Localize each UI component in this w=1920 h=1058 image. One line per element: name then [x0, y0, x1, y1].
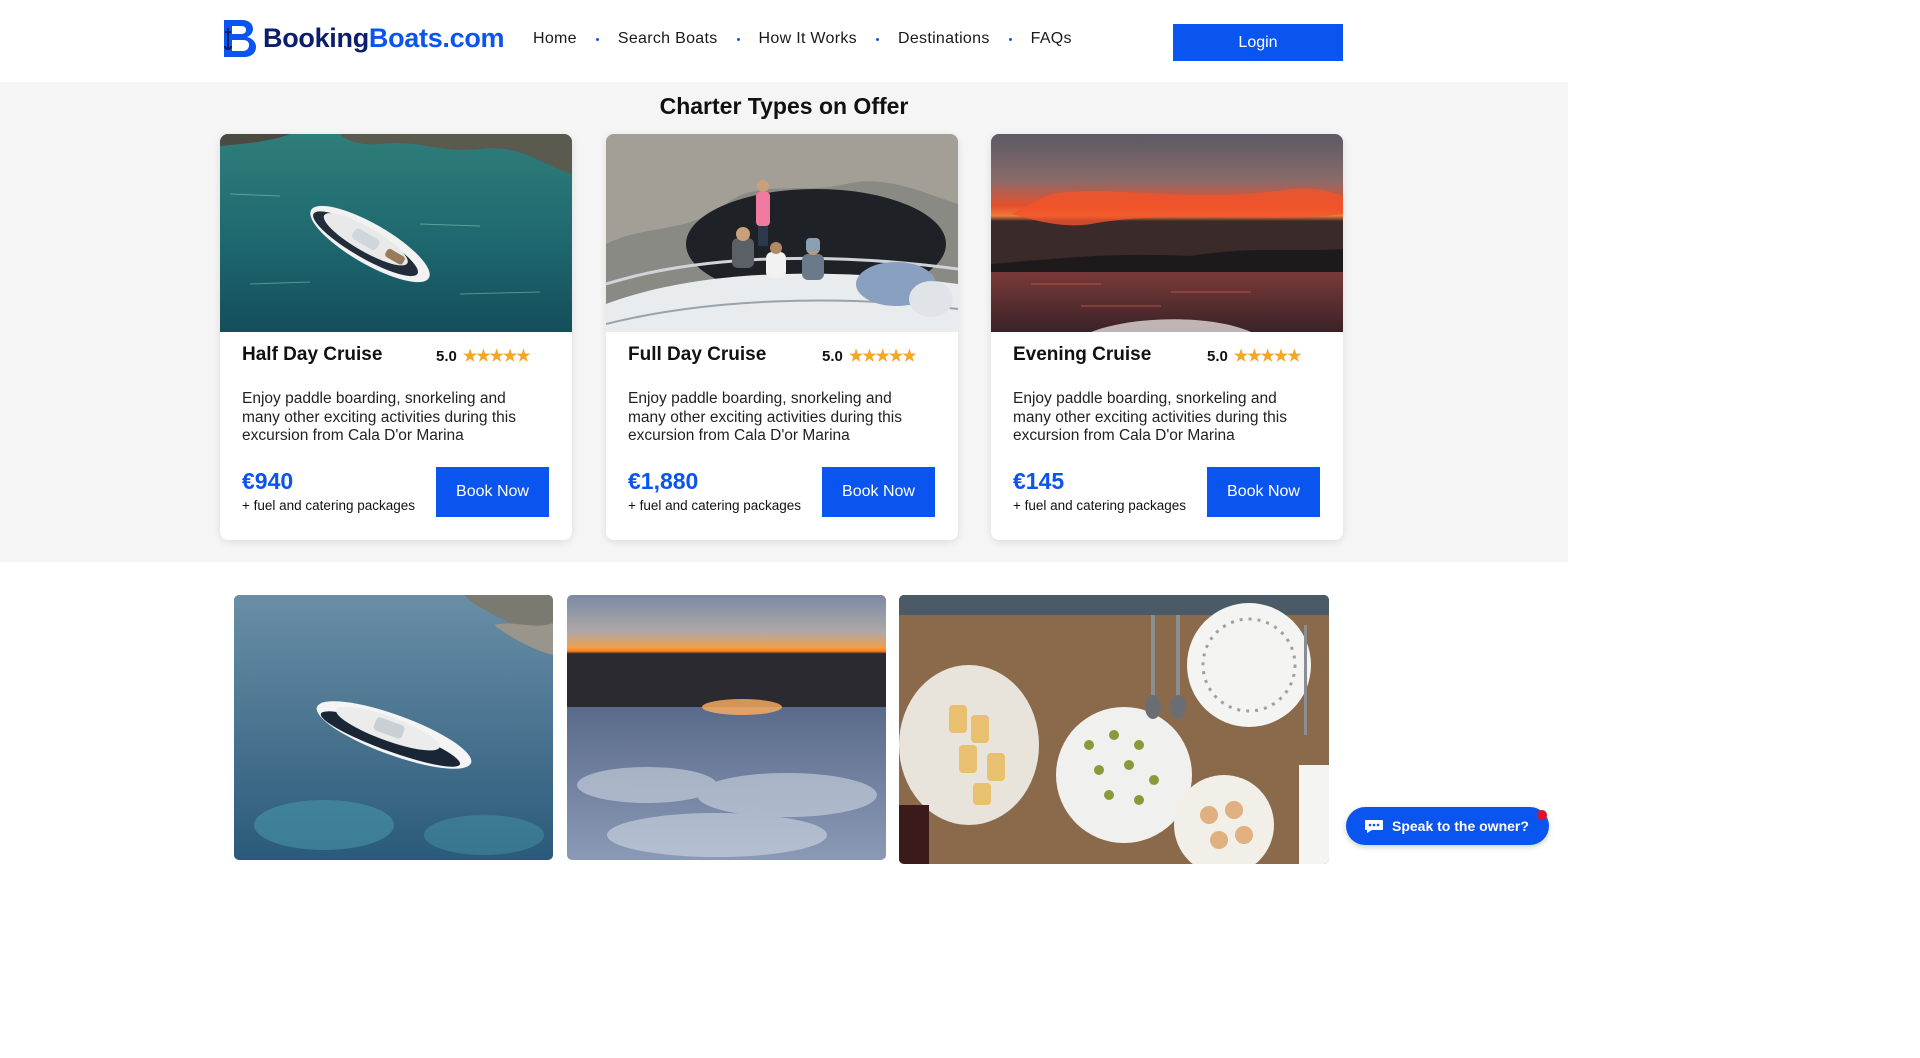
charter-types-section: Charter Types on Offer Half Day Cruise 5… [0, 82, 1568, 562]
charter-image-full-day [606, 134, 958, 332]
nav-separator [736, 37, 740, 41]
charter-price: €1,880 [628, 468, 699, 494]
nav-separator [875, 37, 879, 41]
star-rating-icon: ★★★★★ [1233, 348, 1302, 365]
charter-description: Enjoy paddle boarding, snorkeling and ma… [1013, 390, 1287, 444]
rating-value: 5.0 [822, 347, 843, 365]
logo-text: BookingBoats.com [263, 22, 505, 53]
nav-how-it-works[interactable]: How It Works [759, 30, 857, 48]
charter-price: €145 [1013, 468, 1065, 494]
site-logo[interactable]: BookingBoats.com [220, 18, 505, 58]
charter-card-half-day: Half Day Cruise 5.0 ★★★★★ Enjoy paddle b… [220, 134, 572, 540]
chat-label: Speak to the owner? [1392, 818, 1529, 834]
nav-destinations[interactable]: Destinations [898, 30, 990, 48]
nav-search-boats[interactable]: Search Boats [618, 30, 718, 48]
gallery-image-catering[interactable] [899, 595, 1329, 864]
charter-price-note: + fuel and catering packages [628, 498, 801, 513]
charter-name: Half Day Cruise [242, 344, 383, 365]
gallery-image-yacht[interactable] [234, 595, 553, 860]
charter-description: Enjoy paddle boarding, snorkeling and ma… [628, 390, 902, 444]
site-header: BookingBoats.com Home Search Boats How I… [0, 0, 1568, 82]
nav-faqs[interactable]: FAQs [1031, 30, 1072, 48]
book-now-button[interactable]: Book Now [822, 467, 935, 517]
charter-name: Full Day Cruise [628, 344, 767, 365]
charter-image-evening [991, 134, 1343, 332]
charter-name: Evening Cruise [1013, 344, 1152, 365]
gallery-image-sunset-wake[interactable] [567, 595, 886, 860]
charter-rating: 5.0 ★★★★★ [436, 346, 531, 366]
logo-icon [224, 20, 256, 57]
charter-card-full-day: Full Day Cruise 5.0 ★★★★★ Enjoy paddle b… [606, 134, 958, 540]
main-nav: Home Search Boats How It Works Destinati… [533, 30, 1072, 48]
charter-price-note: + fuel and catering packages [242, 498, 415, 513]
book-now-button[interactable]: Book Now [436, 467, 549, 517]
star-rating-icon: ★★★★★ [462, 348, 531, 365]
section-title: Charter Types on Offer [659, 93, 909, 119]
charter-price: €940 [242, 468, 294, 494]
charter-rating: 5.0 ★★★★★ [1207, 346, 1302, 366]
charter-image-half-day [220, 134, 572, 332]
chat-bubble-icon [1365, 820, 1383, 833]
charter-card-evening: Evening Cruise 5.0 ★★★★★ Enjoy paddle bo… [991, 134, 1343, 540]
nav-separator [595, 37, 599, 41]
rating-value: 5.0 [436, 347, 457, 365]
notification-dot [1537, 810, 1547, 820]
charter-price-note: + fuel and catering packages [1013, 498, 1186, 513]
star-rating-icon: ★★★★★ [848, 348, 917, 365]
rating-value: 5.0 [1207, 347, 1228, 365]
speak-to-owner-button[interactable]: Speak to the owner? [1346, 807, 1549, 845]
nav-separator [1008, 37, 1012, 41]
nav-home[interactable]: Home [533, 30, 577, 48]
charter-description: Enjoy paddle boarding, snorkeling and ma… [242, 390, 516, 444]
login-button[interactable]: Login [1173, 24, 1343, 61]
book-now-button[interactable]: Book Now [1207, 467, 1320, 517]
charter-rating: 5.0 ★★★★★ [822, 346, 917, 366]
